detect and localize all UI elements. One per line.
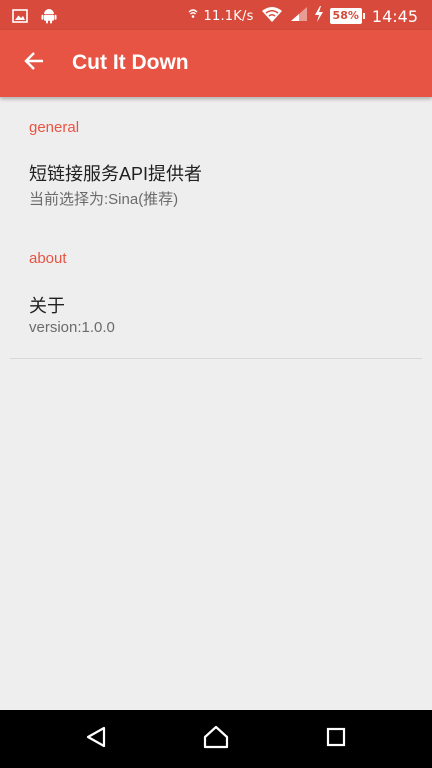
pref-about-summary: version:1.0.0 [29,319,115,336]
android-icon [41,7,57,28]
arrow-left-icon [23,50,45,76]
nav-home-button[interactable] [196,724,236,754]
divider [10,358,422,359]
wifi-small-icon [188,8,198,24]
category-header-about: about [29,250,67,267]
nav-recents-button[interactable] [316,724,356,754]
wifi-icon [260,5,284,27]
pref-api-provider-summary: 当前选择为:Sina(推荐) [29,191,179,208]
image-icon [12,8,28,27]
status-bar-right: 11.1K/s 58% 14:45 [188,5,418,27]
battery-percent: 58% [332,9,359,22]
navigation-bar [0,710,432,768]
status-bar: 11.1K/s 58% 14:45 [0,0,432,30]
category-header-general: general [29,119,80,136]
recents-icon [325,726,347,752]
app-title: Cut It Down [72,51,189,74]
pref-about-title: 关于 [29,296,65,316]
pref-about[interactable]: 关于 version:1.0.0 [0,279,432,347]
back-button[interactable] [14,43,54,83]
signal-icon [290,6,308,26]
back-triangle-icon [85,726,107,752]
app-bar: Cut It Down [0,30,432,97]
home-icon [203,725,229,753]
network-speed: 11.1K/s [203,8,254,24]
nav-back-button[interactable] [76,724,116,754]
clock: 14:45 [371,6,418,26]
pref-api-provider-title: 短链接服务API提供者 [29,164,203,184]
status-bar-left [12,7,57,28]
charging-icon [314,6,324,26]
pref-api-provider[interactable]: 短链接服务API提供者 当前选择为:Sina(推荐) [0,148,432,216]
battery-icon: 58% [329,8,366,24]
